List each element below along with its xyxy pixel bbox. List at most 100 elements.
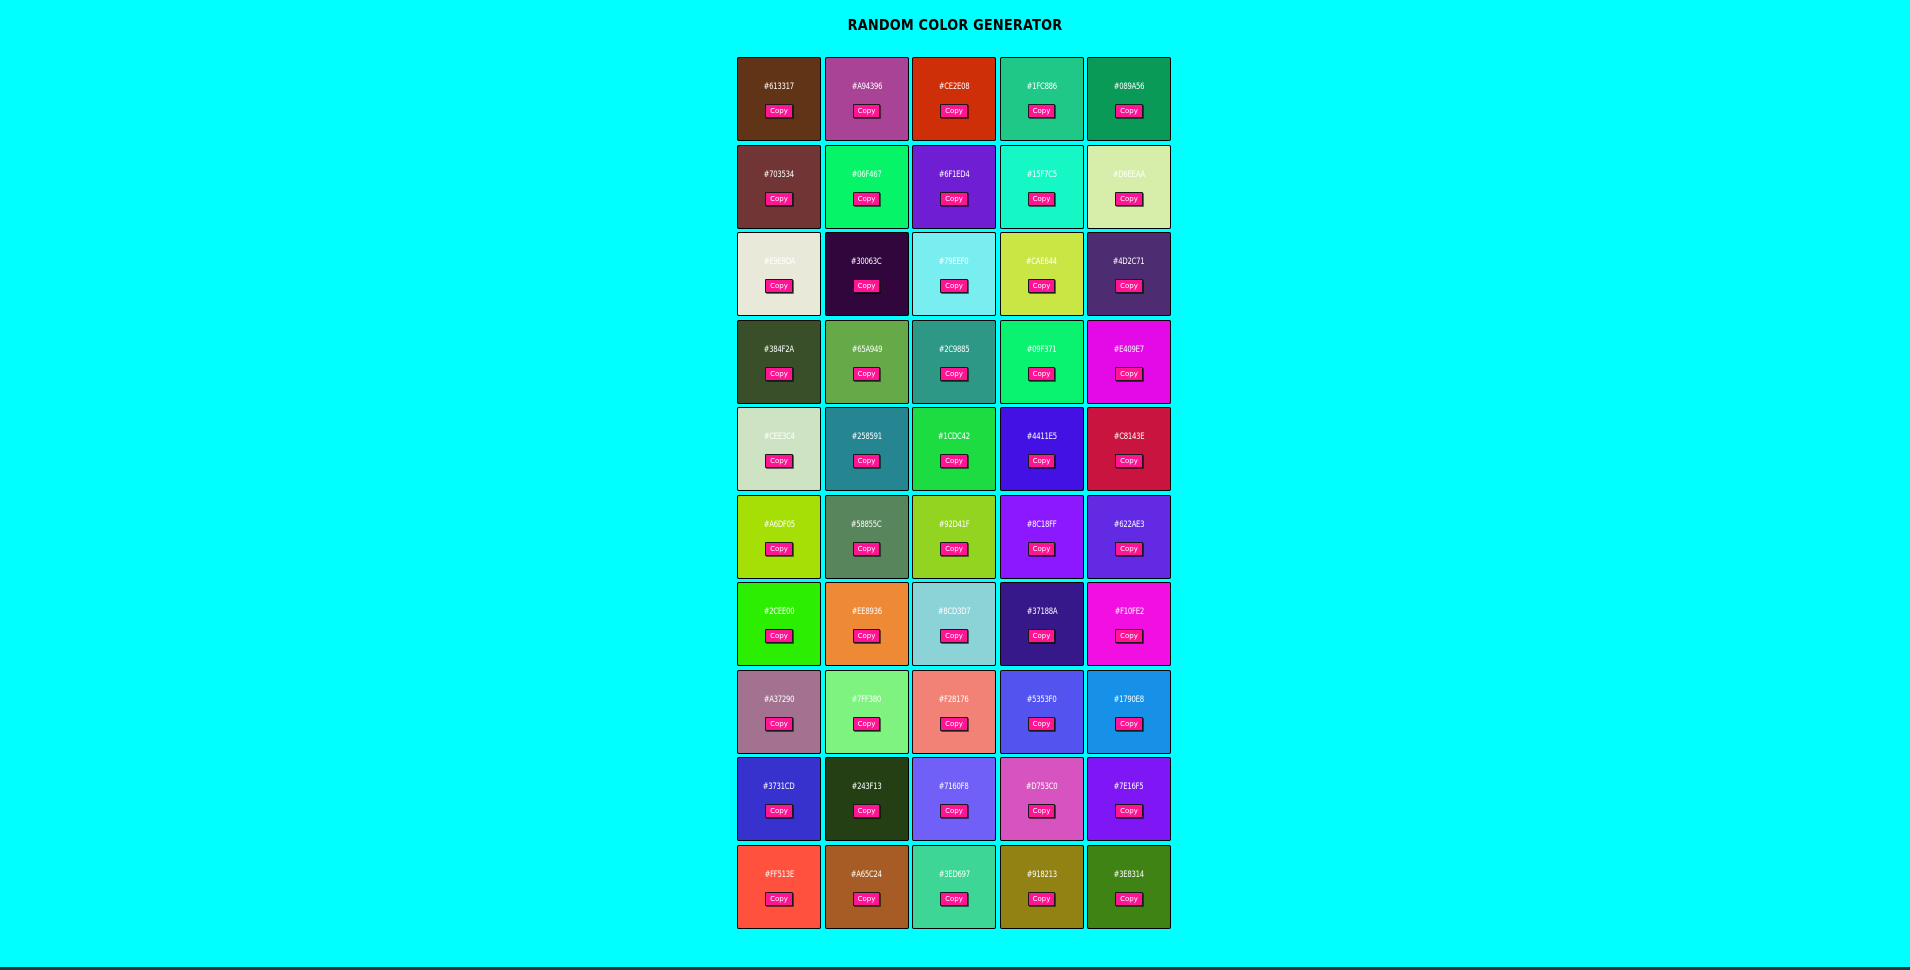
copy-button[interactable]: Copy — [852, 191, 881, 206]
color-tile: #A37290 Copy — [737, 669, 821, 754]
color-hex-code: #4411E5 — [1026, 432, 1057, 442]
color-tile: #8C18FF Copy — [999, 494, 1084, 579]
copy-button[interactable]: Copy — [765, 891, 793, 906]
color-tile: #CE2E08 Copy — [912, 57, 996, 141]
color-grid: #613317 Copy #A94396 Copy #CE2E08 Copy #1FC886… — [737, 57, 1171, 929]
color-tile: #6F1ED4 Copy — [912, 144, 996, 229]
copy-button[interactable]: Copy — [765, 454, 793, 468]
color-hex-code: #2CEE00 — [763, 607, 795, 617]
page-title: RANDOM COLOR GENERATOR — [847, 16, 1063, 34]
color-hex-code: #E409E7 — [1113, 344, 1145, 355]
color-hex-code: #58855C — [851, 519, 882, 530]
color-tile: #EE8936 Copy — [824, 582, 909, 666]
copy-button[interactable]: Copy — [940, 104, 968, 118]
color-tile: #1790E8 Copy — [1087, 669, 1171, 754]
copy-button[interactable]: Copy — [852, 104, 881, 118]
copy-button[interactable]: Copy — [1115, 279, 1143, 293]
color-hex-code: #613317 — [763, 82, 795, 92]
copy-button[interactable]: Copy — [940, 541, 968, 556]
color-tile: #CAE644 Copy — [999, 232, 1084, 316]
copy-button[interactable]: Copy — [1027, 191, 1056, 206]
color-hex-code: #243F13 — [851, 782, 882, 792]
copy-button[interactable]: Copy — [852, 366, 881, 381]
copy-button[interactable]: Copy — [1027, 716, 1056, 731]
color-tile: #2CEE00 Copy — [737, 582, 821, 666]
copy-button[interactable]: Copy — [1027, 104, 1056, 118]
color-tile: #703534 Copy — [737, 144, 821, 229]
copy-button[interactable]: Copy — [1115, 104, 1143, 118]
color-hex-code: #5353F0 — [1026, 694, 1057, 705]
color-hex-code: #06F467 — [851, 169, 882, 180]
copy-button[interactable]: Copy — [765, 716, 793, 731]
copy-button[interactable]: Copy — [852, 279, 881, 293]
color-hex-code: #D753C0 — [1025, 782, 1058, 792]
color-tile: #3E8314 Copy — [1087, 844, 1171, 929]
copy-button[interactable]: Copy — [1115, 541, 1143, 556]
color-hex-code: #92D41F — [938, 519, 970, 530]
color-tile: #243F13 Copy — [824, 757, 909, 841]
color-hex-code: #3E8314 — [1113, 869, 1145, 880]
color-tile: #5353F0 Copy — [999, 669, 1084, 754]
copy-button[interactable]: Copy — [1027, 541, 1056, 556]
color-tile: #258591 Copy — [824, 407, 909, 491]
copy-button[interactable]: Copy — [940, 716, 968, 731]
copy-button[interactable]: Copy — [852, 629, 881, 643]
copy-button[interactable]: Copy — [852, 716, 881, 731]
copy-button[interactable]: Copy — [1027, 279, 1056, 293]
copy-button[interactable]: Copy — [765, 541, 793, 556]
color-hex-code: #7E16F5 — [1114, 782, 1144, 792]
copy-button[interactable]: Copy — [1115, 191, 1143, 206]
color-tile: #1FC886 Copy — [999, 57, 1084, 141]
copy-button[interactable]: Copy — [1027, 891, 1056, 906]
color-tile: #D6EEAA Copy — [1087, 144, 1171, 229]
color-hex-code: #6F1ED4 — [938, 169, 970, 180]
color-hex-code: #65A949 — [851, 344, 882, 355]
copy-button[interactable]: Copy — [765, 279, 793, 293]
copy-button[interactable]: Copy — [852, 891, 881, 906]
copy-button[interactable]: Copy — [1027, 454, 1056, 468]
copy-button[interactable]: Copy — [852, 454, 881, 468]
copy-button[interactable]: Copy — [1115, 629, 1143, 643]
copy-button[interactable]: Copy — [940, 191, 968, 206]
color-hex-code: #1FC886 — [1026, 82, 1057, 92]
copy-button[interactable]: Copy — [1115, 804, 1143, 818]
copy-button[interactable]: Copy — [765, 104, 793, 118]
copy-button[interactable]: Copy — [1115, 891, 1143, 906]
color-hex-code: #918213 — [1026, 869, 1057, 880]
color-hex-code: #622AE3 — [1113, 519, 1145, 530]
copy-button[interactable]: Copy — [765, 191, 793, 206]
color-hex-code: #1CDC42 — [937, 432, 971, 442]
copy-button[interactable]: Copy — [1027, 366, 1056, 381]
color-hex-code: #1790E8 — [1113, 694, 1145, 705]
copy-button[interactable]: Copy — [940, 804, 968, 818]
copy-button[interactable]: Copy — [940, 891, 968, 906]
color-tile: #E409E7 Copy — [1087, 319, 1171, 404]
color-tile: #79EEF0 Copy — [912, 232, 996, 316]
copy-button[interactable]: Copy — [765, 804, 793, 818]
copy-button[interactable]: Copy — [1115, 366, 1143, 381]
color-tile: #8CD3D7 Copy — [912, 582, 996, 666]
copy-button[interactable]: Copy — [1027, 629, 1056, 643]
copy-button[interactable]: Copy — [852, 804, 881, 818]
copy-button[interactable]: Copy — [1115, 716, 1143, 731]
color-hex-code: #09F371 — [1026, 344, 1057, 355]
color-hex-code: #D6EEAA — [1112, 169, 1145, 180]
color-tile: #E9E9DA Copy — [737, 232, 821, 316]
color-tile: #15F7C5 Copy — [999, 144, 1084, 229]
color-tile: #A6DF05 Copy — [737, 494, 821, 579]
color-hex-code: #7FF380 — [851, 694, 882, 705]
copy-button[interactable]: Copy — [940, 366, 968, 381]
copy-button[interactable]: Copy — [1027, 804, 1056, 818]
copy-button[interactable]: Copy — [765, 366, 793, 381]
color-tile: #37188A Copy — [999, 582, 1084, 666]
copy-button[interactable]: Copy — [940, 629, 968, 643]
color-hex-code: #FF513E — [764, 869, 794, 880]
copy-button[interactable]: Copy — [940, 279, 968, 293]
copy-button[interactable]: Copy — [765, 629, 793, 643]
color-tile: #A94396 Copy — [824, 57, 909, 141]
color-hex-code: #A94396 — [851, 82, 882, 92]
copy-button[interactable]: Copy — [1115, 454, 1143, 468]
color-hex-code: #089A56 — [1113, 82, 1145, 92]
copy-button[interactable]: Copy — [852, 541, 881, 556]
copy-button[interactable]: Copy — [940, 454, 968, 468]
